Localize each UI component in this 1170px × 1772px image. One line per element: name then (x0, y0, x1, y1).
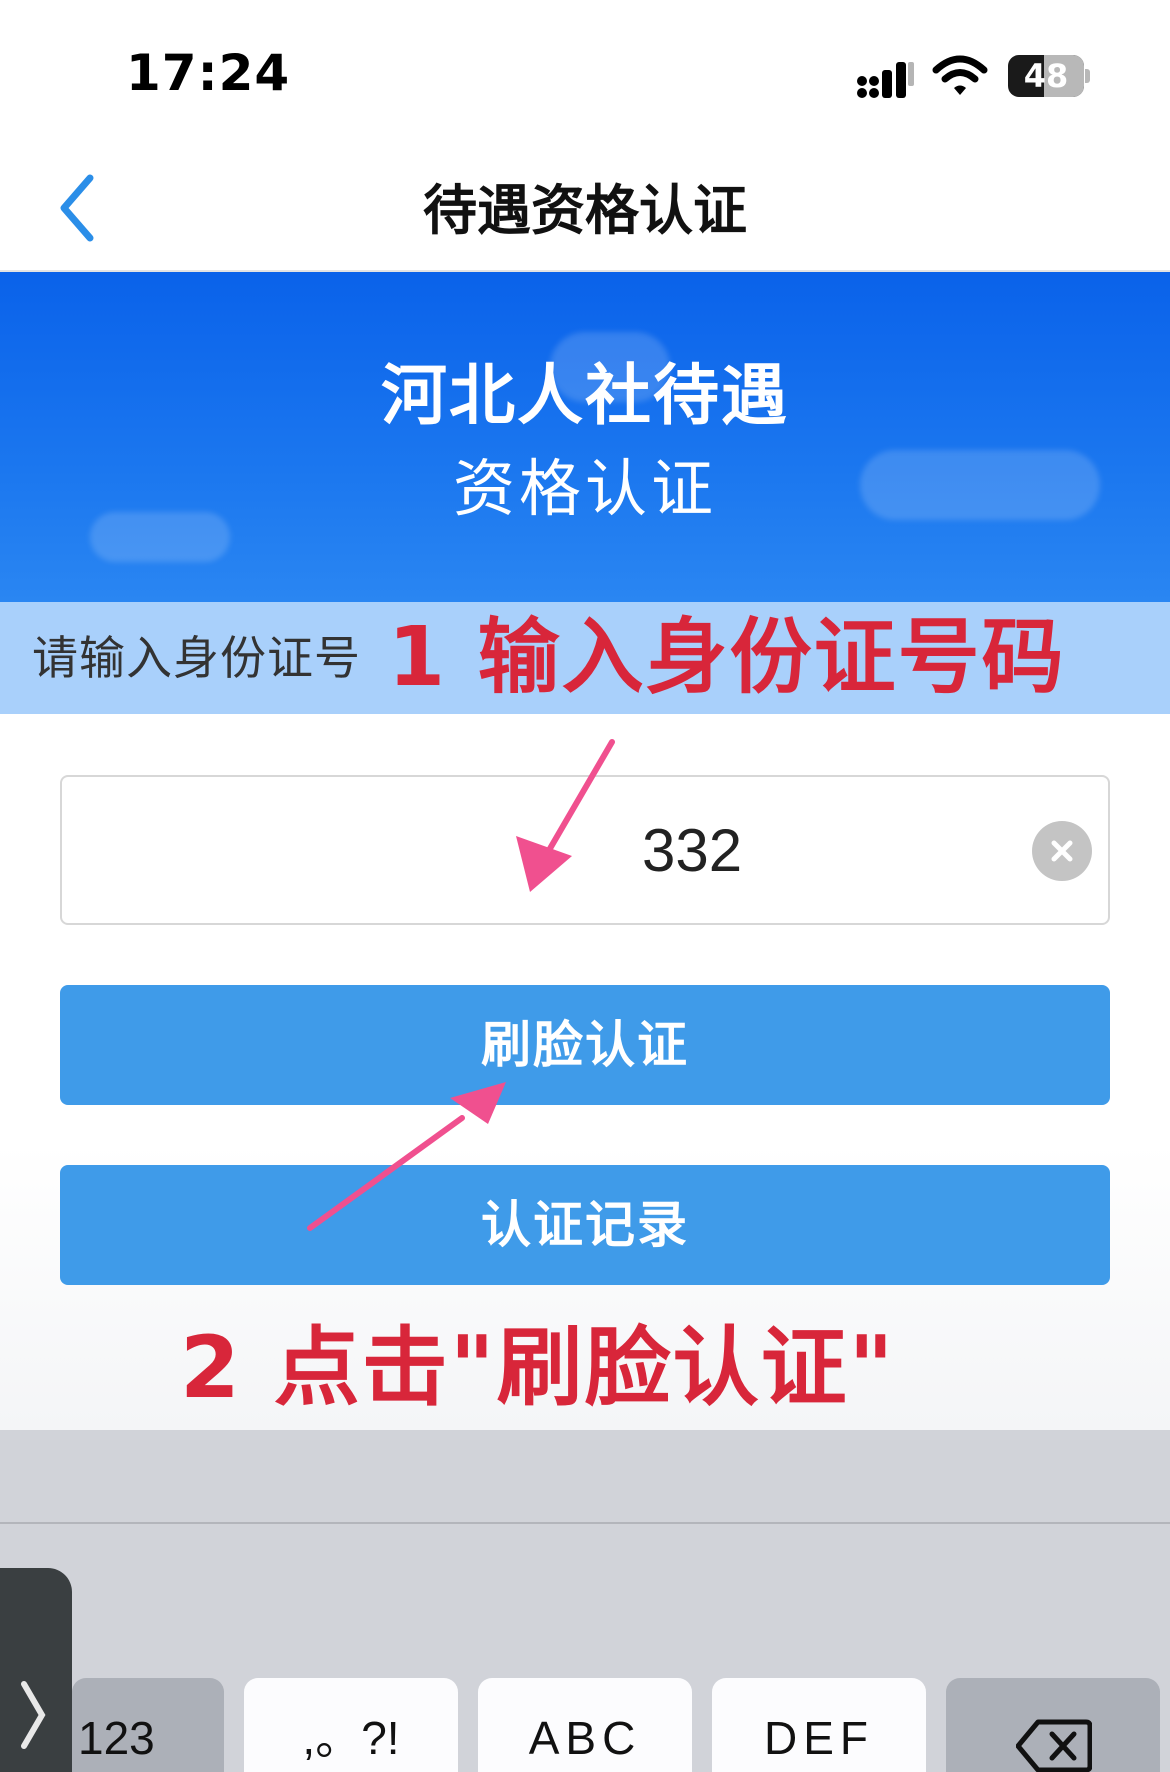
id-field-label: 请输入身份证号 (32, 631, 361, 685)
status-time: 17:24 (126, 44, 291, 102)
battery-indicator: 48 (1008, 55, 1090, 97)
wifi-icon (932, 55, 988, 95)
hero-subtitle: 资格认证 (452, 452, 717, 525)
face-auth-button[interactable]: 刷脸认证 (60, 985, 1110, 1105)
key-punctuation[interactable]: ,。?! (244, 1678, 458, 1772)
backspace-icon (1016, 1719, 1092, 1772)
form-area: 刷脸认证 认证记录 2 点击"刷脸认证" (0, 714, 1170, 1430)
cellular-signal-icon (857, 62, 914, 98)
id-number-field (60, 775, 1110, 925)
keyboard: 123 ,。?! ABC DEF (0, 1430, 1170, 1772)
keyboard-divider (0, 1522, 1170, 1524)
page-title: 待遇资格认证 (423, 179, 747, 242)
clear-input-button[interactable] (1032, 821, 1092, 881)
key-123[interactable]: 123 (72, 1678, 224, 1772)
auth-records-button[interactable]: 认证记录 (60, 1165, 1110, 1285)
back-button[interactable] (50, 168, 114, 248)
chevron-left-icon (60, 174, 94, 242)
hero-title: 河北人社待遇 (381, 357, 789, 434)
close-icon (1051, 840, 1073, 862)
id-number-input[interactable] (82, 777, 982, 923)
status-bar: 17:24 48 (0, 0, 1170, 150)
keyboard-collapse-tab[interactable] (0, 1568, 72, 1772)
key-abc[interactable]: ABC (478, 1678, 692, 1772)
annotation-step-1: 1 输入身份证号码 (388, 610, 1066, 705)
delete-key[interactable] (946, 1678, 1160, 1772)
hero-banner: 河北人社待遇 资格认证 (0, 272, 1170, 602)
battery-level: 48 (1023, 57, 1069, 95)
nav-bar: 待遇资格认证 (0, 150, 1170, 272)
annotation-step-2: 2 点击"刷脸认证" (180, 1318, 896, 1418)
chevron-right-icon (21, 1681, 46, 1749)
id-instruction-strip: 请输入身份证号 1 输入身份证号码 (0, 602, 1170, 714)
key-def[interactable]: DEF (712, 1678, 926, 1772)
